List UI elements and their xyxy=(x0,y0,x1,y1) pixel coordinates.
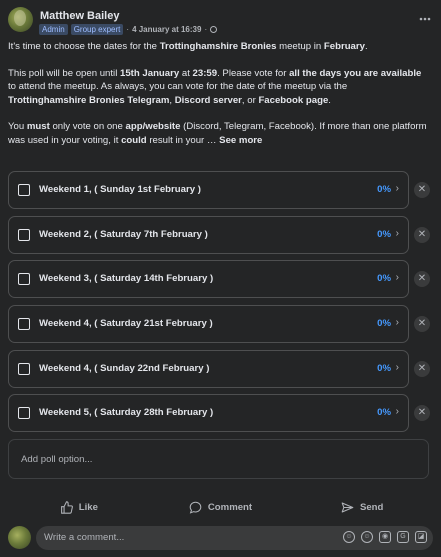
option-label: Weekend 5, ( Saturday 28th February ) xyxy=(39,407,214,419)
sticker-icon[interactable]: ◪ xyxy=(415,531,427,543)
poll-option[interactable]: Weekend 5, ( Saturday 28th February ) 0%… xyxy=(8,394,409,433)
option-checkbox[interactable] xyxy=(18,273,30,286)
thumbs-up-icon xyxy=(60,500,73,514)
option-checkbox[interactable] xyxy=(18,228,30,241)
option-percent: 0% xyxy=(377,362,391,374)
remove-option-button[interactable]: ✕ xyxy=(414,405,430,422)
user-avatar[interactable] xyxy=(8,526,31,549)
comment-input[interactable]: Write a comment... ☺ ☺ ◉ G ◪ xyxy=(36,526,433,550)
option-checkbox[interactable] xyxy=(18,407,30,420)
close-icon: ✕ xyxy=(417,407,427,419)
like-button[interactable]: Like xyxy=(8,495,150,519)
chevron-right-icon: › xyxy=(395,317,399,329)
author-name[interactable]: Matthew Bailey xyxy=(40,10,119,22)
comment-composer: Write a comment... ☺ ☺ ◉ G ◪ xyxy=(8,524,433,552)
option-percent: 0% xyxy=(377,184,391,195)
post-meta: Admin Group expert · 4 January at 16:39 … xyxy=(39,24,218,35)
poll-option[interactable]: Weekend 2, ( Saturday 7th February ) 0% … xyxy=(8,215,409,254)
chevron-right-icon: › xyxy=(395,361,399,373)
chevron-right-icon: › xyxy=(395,227,399,239)
close-icon: ✕ xyxy=(417,318,427,330)
remove-option-button[interactable]: ✕ xyxy=(414,271,430,288)
group-expert-badge: Group expert xyxy=(70,24,124,35)
more-horizontal-icon xyxy=(419,17,431,21)
post-body: It's time to choose the dates for the Tr… xyxy=(8,40,428,160)
post-header: Matthew Bailey Admin Group expert · 4 Ja… xyxy=(8,7,433,37)
option-label: Weekend 4, ( Sunday 22nd February ) xyxy=(39,362,210,374)
poll-option-row-6: Weekend 5, ( Saturday 28th February ) 0%… xyxy=(8,394,433,433)
post-paragraph-1: It's time to choose the dates for the Tr… xyxy=(8,41,368,52)
chevron-right-icon: › xyxy=(395,406,399,418)
option-checkbox[interactable] xyxy=(18,184,30,196)
post-paragraph-2: This poll will be open until 15th Januar… xyxy=(8,67,422,106)
meta-separator: · xyxy=(126,25,130,34)
post-paragraph-3: You must only vote on one app/website (D… xyxy=(8,121,427,146)
send-label: Send xyxy=(359,501,384,513)
poll-option-row-4: Weekend 4, ( Saturday 21st February ) 0%… xyxy=(8,305,433,344)
comment-button[interactable]: Comment xyxy=(150,495,292,519)
option-percent: 0% xyxy=(377,273,391,285)
meta-separator-2: · xyxy=(204,25,208,34)
gif-icon[interactable]: G xyxy=(397,531,409,543)
option-percent: 0% xyxy=(377,228,391,240)
remove-option-button[interactable]: ✕ xyxy=(414,316,430,333)
remove-option-button[interactable]: ✕ xyxy=(414,182,430,198)
avatar-sticker-icon[interactable]: ☺ xyxy=(343,531,355,543)
comment-placeholder: Write a comment... xyxy=(44,532,125,543)
poll: Weekend 1, ( Sunday 1st February ) 0% › … xyxy=(8,171,433,439)
poll-option-row-1: Weekend 1, ( Sunday 1st February ) 0% › … xyxy=(8,171,433,209)
camera-icon[interactable]: ◉ xyxy=(379,531,391,543)
option-checkbox[interactable] xyxy=(18,318,30,331)
post-date[interactable]: 4 January at 16:39 xyxy=(132,25,201,34)
comment-icon xyxy=(189,501,202,514)
poll-option-row-5: Weekend 4, ( Sunday 22nd February ) 0% ›… xyxy=(8,349,433,388)
close-icon: ✕ xyxy=(417,362,427,374)
poll-option[interactable]: Weekend 1, ( Sunday 1st February ) 0% › xyxy=(8,171,409,209)
option-percent: 0% xyxy=(377,318,391,330)
remove-option-button[interactable]: ✕ xyxy=(414,226,430,243)
comment-label: Comment xyxy=(207,501,253,513)
remove-option-button[interactable]: ✕ xyxy=(414,360,430,377)
option-checkbox[interactable] xyxy=(18,362,30,375)
chevron-right-icon: › xyxy=(395,183,399,194)
option-label: Weekend 1, ( Sunday 1st February ) xyxy=(39,184,201,195)
option-label: Weekend 3, ( Saturday 14th February ) xyxy=(39,273,214,285)
poll-option[interactable]: Weekend 4, ( Saturday 21st February ) 0%… xyxy=(8,305,409,344)
poll-option-row-3: Weekend 3, ( Saturday 14th February ) 0%… xyxy=(8,260,433,299)
admin-badge: Admin xyxy=(39,24,68,35)
close-icon: ✕ xyxy=(417,228,427,240)
close-icon: ✕ xyxy=(417,273,427,285)
emoji-icon[interactable]: ☺ xyxy=(361,531,373,543)
close-icon: ✕ xyxy=(417,184,427,195)
poll-option[interactable]: Weekend 4, ( Sunday 22nd February ) 0% › xyxy=(8,349,409,388)
send-icon xyxy=(341,502,354,512)
globe-icon xyxy=(210,26,218,33)
option-label: Weekend 2, ( Saturday 7th February ) xyxy=(39,228,208,240)
author-avatar[interactable] xyxy=(8,7,33,32)
post-actions: Like Comment Send xyxy=(8,495,433,519)
comment-tools: ☺ ☺ ◉ G ◪ xyxy=(343,531,427,543)
poll-option-row-2: Weekend 2, ( Saturday 7th February ) 0% … xyxy=(8,215,433,254)
option-label: Weekend 4, ( Saturday 21st February ) xyxy=(39,318,213,330)
poll-option[interactable]: Weekend 3, ( Saturday 14th February ) 0%… xyxy=(8,260,409,299)
like-label: Like xyxy=(78,501,98,513)
send-button[interactable]: Send xyxy=(291,495,433,519)
see-more-link[interactable]: See more xyxy=(219,135,262,146)
more-options-button[interactable] xyxy=(417,12,433,26)
chevron-right-icon: › xyxy=(395,272,399,284)
option-percent: 0% xyxy=(377,407,391,419)
add-poll-option-input[interactable]: Add poll option... xyxy=(8,439,429,479)
